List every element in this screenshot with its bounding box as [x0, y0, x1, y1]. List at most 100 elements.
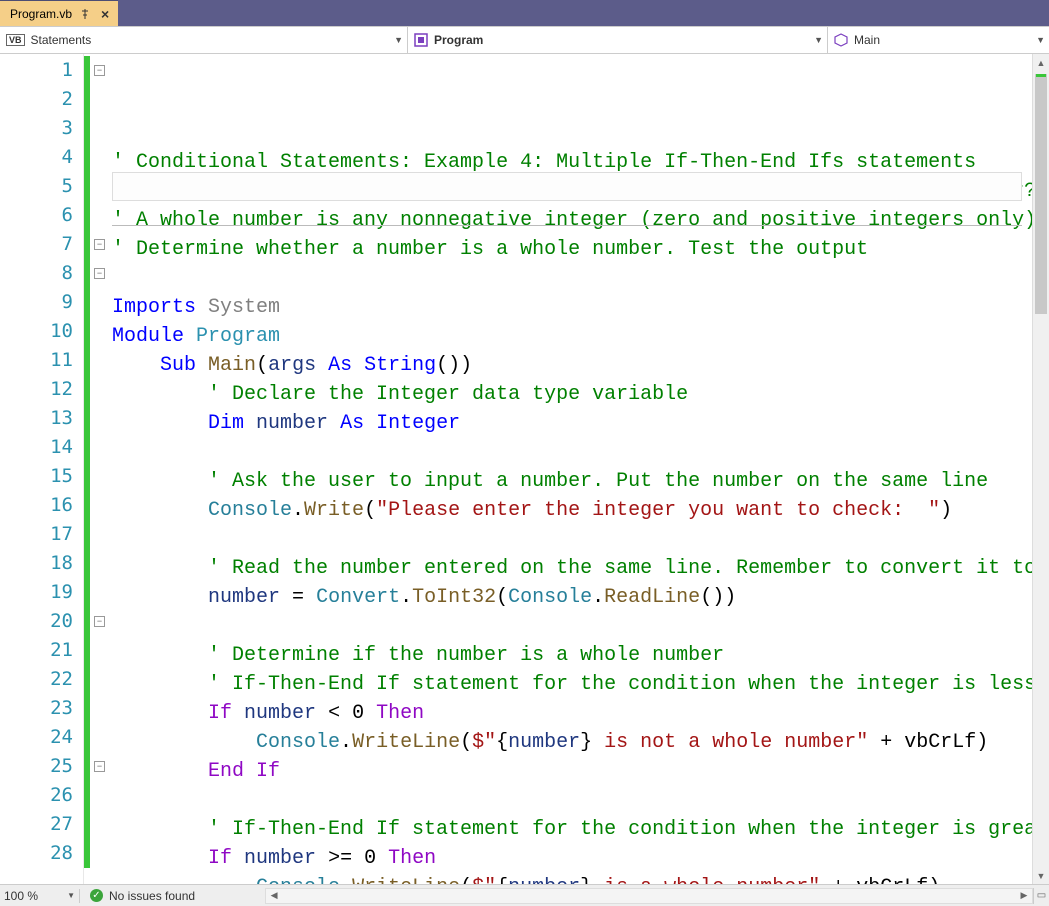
code-line[interactable]: Module Program [112, 322, 1032, 351]
change-bar [84, 201, 90, 230]
margin-row: − [84, 230, 112, 259]
code-line[interactable]: Imports System [112, 293, 1032, 322]
code-line[interactable]: ' A whole number is any nonnegative inte… [112, 206, 1032, 235]
issues-label: No issues found [109, 889, 195, 903]
code-line[interactable] [112, 786, 1032, 815]
horizontal-scrollbar[interactable]: ◀ ▶ [265, 888, 1033, 904]
class-dropdown[interactable]: Program ▼ [408, 27, 828, 53]
module-icon [414, 33, 428, 47]
line-number-gutter: 1234567891011121314151617181920212223242… [0, 54, 84, 884]
change-bar [84, 665, 90, 694]
region-separator [112, 225, 1022, 226]
code-line[interactable]: Sub Main(args As String()) [112, 351, 1032, 380]
code-line[interactable] [112, 264, 1032, 293]
chevron-down-icon: ▼ [67, 891, 75, 900]
line-number: 9 [0, 288, 73, 317]
line-number: 25 [0, 752, 73, 781]
margin-row [84, 694, 112, 723]
change-bar [84, 56, 90, 85]
line-number: 6 [0, 201, 73, 230]
code-line[interactable] [112, 612, 1032, 641]
code-line[interactable]: ' If-Then-End If statement for the condi… [112, 815, 1032, 844]
code-line[interactable]: Dim number As Integer [112, 409, 1032, 438]
code-line[interactable]: If number < 0 Then [112, 699, 1032, 728]
line-number: 16 [0, 491, 73, 520]
error-status[interactable]: ✓ No issues found [80, 889, 205, 903]
line-number: 5 [0, 172, 73, 201]
margin-row [84, 85, 112, 114]
change-bar [84, 636, 90, 665]
margin-row [84, 288, 112, 317]
code-line[interactable]: ' Conditional Statements: Example 4: Mul… [112, 148, 1032, 177]
chevron-down-icon: ▼ [394, 35, 403, 45]
member-label: Main [854, 33, 880, 47]
code-line[interactable]: ' Read the number entered on the same li… [112, 554, 1032, 583]
collapse-toggle[interactable]: − [94, 761, 105, 772]
margin-row [84, 665, 112, 694]
line-number: 27 [0, 810, 73, 839]
code-line[interactable]: ' Determine whether a number is a whole … [112, 235, 1032, 264]
collapse-toggle[interactable]: − [94, 65, 105, 76]
margin-row [84, 781, 112, 810]
pin-icon[interactable] [78, 7, 92, 21]
status-bar: 100 % ▼ ✓ No issues found ◀ ▶ ▭ [0, 884, 1049, 906]
change-bar [84, 114, 90, 143]
change-bar [84, 607, 90, 636]
code-line[interactable]: Console.WriteLine($"{number} is a whole … [112, 873, 1032, 884]
scroll-down-icon[interactable]: ▼ [1033, 867, 1049, 884]
margin-row [84, 839, 112, 868]
change-bar [84, 172, 90, 201]
code-line[interactable]: End If [112, 757, 1032, 786]
code-line[interactable]: ' If-Then-End If statement for the condi… [112, 670, 1032, 699]
line-number: 26 [0, 781, 73, 810]
scope-dropdown[interactable]: VB Statements ▼ [0, 27, 408, 53]
code-line[interactable]: number = Convert.ToInt32(Console.ReadLin… [112, 583, 1032, 612]
code-line[interactable] [112, 438, 1032, 467]
code-editor[interactable]: 1234567891011121314151617181920212223242… [0, 54, 1049, 884]
margin-row: − [84, 56, 112, 85]
code-line[interactable]: If number >= 0 Then [112, 844, 1032, 873]
code-line[interactable]: ' Determine if the number is a whole num… [112, 641, 1032, 670]
collapse-toggle[interactable]: − [94, 616, 105, 627]
margin-row [84, 433, 112, 462]
line-number: 3 [0, 114, 73, 143]
change-marker [1036, 74, 1046, 77]
change-bar [84, 781, 90, 810]
margin-row [84, 404, 112, 433]
scroll-up-icon[interactable]: ▲ [1033, 54, 1049, 71]
margin-row [84, 346, 112, 375]
code-line[interactable]: ' What if the user enters a zero? What i… [112, 177, 1032, 206]
line-number: 14 [0, 433, 73, 462]
line-number: 4 [0, 143, 73, 172]
margin-row [84, 810, 112, 839]
vertical-scrollbar[interactable]: ▲ ▼ [1032, 54, 1049, 884]
change-bar [84, 259, 90, 288]
change-bar [84, 230, 90, 259]
horizontal-scroll-area: ◀ ▶ ▭ [265, 888, 1049, 904]
margin-row: − [84, 607, 112, 636]
close-icon[interactable]: × [98, 7, 112, 21]
scroll-left-icon[interactable]: ◀ [266, 890, 282, 901]
line-number: 13 [0, 404, 73, 433]
change-bar [84, 723, 90, 752]
change-bar [84, 404, 90, 433]
scroll-thumb[interactable] [1035, 74, 1047, 314]
change-bar [84, 288, 90, 317]
member-dropdown[interactable]: Main ▼ [828, 27, 1049, 53]
zoom-dropdown[interactable]: 100 % ▼ [0, 889, 80, 903]
code-line[interactable]: Console.Write("Please enter the integer … [112, 496, 1032, 525]
code-line[interactable]: ' Declare the Integer data type variable [112, 380, 1032, 409]
code-line[interactable] [112, 525, 1032, 554]
code-line[interactable]: Console.WriteLine($"{number} is not a wh… [112, 728, 1032, 757]
split-view-icon[interactable]: ▭ [1033, 888, 1049, 904]
collapse-toggle[interactable]: − [94, 239, 105, 250]
change-bar [84, 578, 90, 607]
change-bar [84, 346, 90, 375]
code-line[interactable]: ' Ask the user to input a number. Put th… [112, 467, 1032, 496]
code-area[interactable]: ' Conditional Statements: Example 4: Mul… [112, 54, 1032, 884]
line-number: 21 [0, 636, 73, 665]
file-tab[interactable]: Program.vb × [0, 0, 118, 26]
collapse-toggle[interactable]: − [94, 268, 105, 279]
scroll-right-icon[interactable]: ▶ [1016, 890, 1032, 901]
margin-row [84, 723, 112, 752]
